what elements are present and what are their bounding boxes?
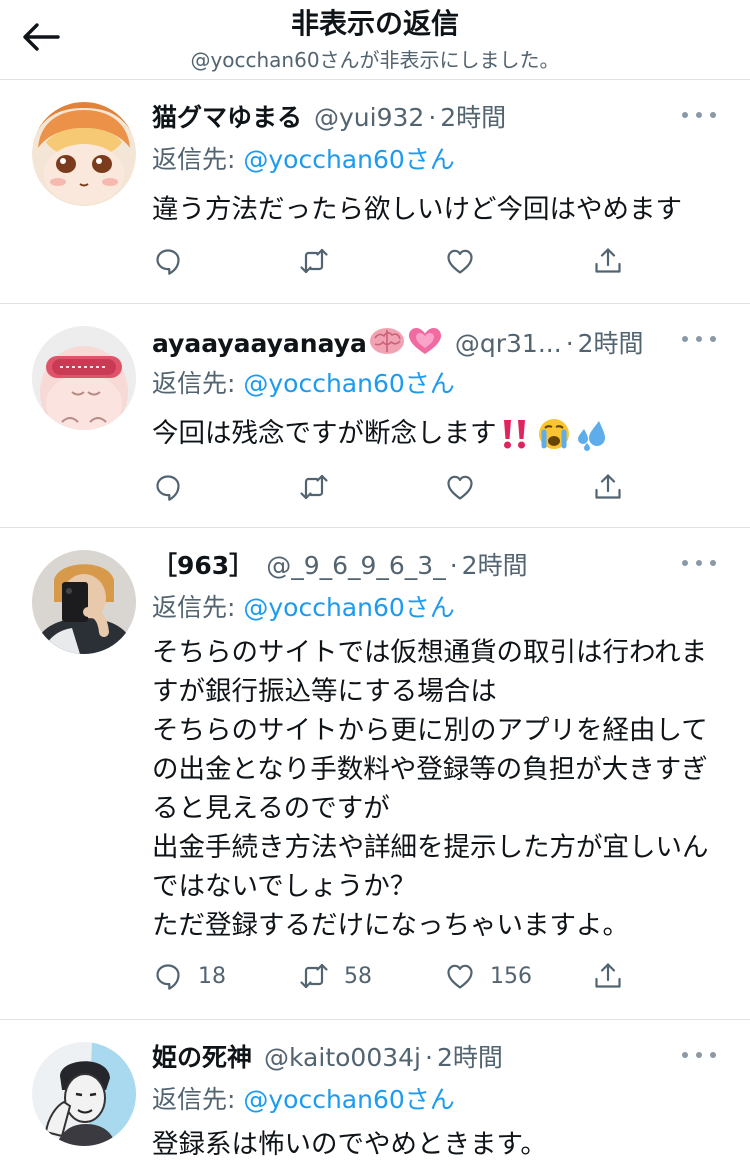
top-header: 非表示の返信 @yocchan60さんが非表示にしました。 — [0, 0, 750, 80]
separator-dot: · — [565, 329, 574, 358]
like-button[interactable] — [444, 467, 490, 507]
more-dots-icon[interactable] — [682, 332, 716, 346]
tweet-header: ayaayaayanaya @qr31... · 2時間 — [152, 322, 690, 362]
tweet-actions — [150, 241, 630, 281]
share-upload-icon — [595, 248, 621, 273]
retweet-icon — [300, 963, 328, 989]
page-title: 非表示の返信 — [290, 7, 459, 40]
tweet-4[interactable]: 姫の死神 @kaito0034j · 2時間 返信先: @yocchan60さん… — [0, 1020, 750, 1176]
tweet-text-row: 今回は残念ですが断念します — [152, 414, 726, 453]
avatar[interactable] — [32, 550, 136, 654]
page-subtitle: @yocchan60さんが非表示にしました。 — [190, 48, 560, 72]
timestamp[interactable]: 2時間 — [437, 1038, 503, 1074]
more-dots-icon[interactable] — [682, 108, 716, 122]
timestamp[interactable]: 2時間 — [462, 546, 528, 582]
crying-face-emoji — [538, 418, 569, 449]
heart-icon — [447, 964, 473, 989]
reply-to-label: 返信先: — [152, 1085, 244, 1114]
tweet-3[interactable]: ［963］ @_9_6_9_6_3_ · 2時間 返信先: @yocchan60… — [0, 528, 750, 1020]
tweet-1[interactable]: 猫グマゆまる @yui932 · 2時間 返信先: @yocchan60さん 違… — [0, 80, 750, 304]
double-exclamation-emoji — [503, 419, 525, 448]
timestamp[interactable]: 2時間 — [440, 98, 506, 134]
reply-to-mention[interactable]: @yocchan60さん — [243, 369, 454, 398]
sweat-droplets-emoji — [577, 420, 605, 451]
separator-dot: · — [449, 551, 458, 580]
heart-icon — [447, 249, 473, 274]
tweet-text: 登録系は怖いのでやめときます。 — [152, 1129, 547, 1160]
more-dots-icon[interactable] — [682, 556, 716, 570]
retweet-button[interactable] — [298, 241, 344, 281]
tweet-header: ［963］ @_9_6_9_6_3_ · 2時間 — [152, 546, 690, 586]
name-emojis — [369, 326, 443, 356]
retweet-icon — [300, 474, 328, 500]
reply-to-label: 返信先: — [152, 593, 244, 622]
avatar[interactable] — [32, 102, 136, 206]
tweet-actions — [150, 467, 630, 507]
separator-dot: · — [425, 1043, 433, 1072]
share-upload-icon — [595, 474, 621, 499]
share-upload-icon — [595, 963, 621, 988]
growing-heart-emoji — [408, 328, 441, 354]
retweet-button[interactable] — [298, 467, 344, 507]
brain-emoji — [369, 328, 404, 354]
timestamp[interactable]: 2時間 — [578, 324, 644, 360]
user-handle[interactable]: @yui932 — [314, 103, 424, 132]
speech-bubble-icon — [156, 249, 180, 275]
speech-bubble-icon — [156, 964, 180, 990]
reply-to-mention[interactable]: @yocchan60さん — [243, 593, 454, 622]
user-handle[interactable]: @_9_6_9_6_3_ — [266, 551, 446, 580]
tweet-header: 姫の死神 @kaito0034j · 2時間 — [152, 1038, 690, 1078]
reply-to-label: 返信先: — [152, 145, 244, 174]
display-name[interactable]: 猫グマゆまる — [152, 98, 302, 134]
separator-dot: · — [428, 103, 437, 132]
tweet-header: 猫グマゆまる @yui932 · 2時間 — [152, 98, 690, 138]
share-button[interactable] — [592, 241, 624, 281]
tweet-text: そちらのサイトでは仮想通貨の取引は行われますが銀行振込等にする場合は そちらのサ… — [152, 637, 709, 941]
like-count: 156 — [490, 963, 532, 989]
tweet-text: 今回は残念ですが断念します — [152, 418, 497, 449]
reply-to: 返信先: @yocchan60さん — [152, 588, 455, 624]
reply-to-mention[interactable]: @yocchan60さん — [243, 1085, 454, 1114]
reply-to: 返信先: @yocchan60さん — [152, 364, 455, 400]
reply-button[interactable]: 18 — [152, 956, 226, 996]
reply-to: 返信先: @yocchan60さん — [152, 140, 455, 176]
like-button[interactable]: 156 — [444, 956, 532, 996]
reply-to: 返信先: @yocchan60さん — [152, 1080, 455, 1116]
avatar[interactable] — [32, 326, 136, 430]
share-button[interactable] — [592, 956, 624, 996]
like-button[interactable] — [444, 241, 490, 281]
user-handle[interactable]: @qr31... — [455, 329, 562, 358]
retweet-icon — [300, 248, 328, 274]
reply-button[interactable] — [152, 467, 198, 507]
reply-to-mention[interactable]: @yocchan60さん — [243, 145, 454, 174]
display-name[interactable]: ayaayaayanaya — [152, 329, 367, 358]
speech-bubble-icon — [156, 475, 180, 501]
retweet-button[interactable]: 58 — [298, 956, 372, 996]
avatar[interactable] — [32, 1042, 136, 1146]
share-button[interactable] — [592, 467, 624, 507]
tweet-2[interactable]: ayaayaayanaya @qr31... · 2時間 返信先: @yocch… — [0, 304, 750, 528]
tweet-actions: 18 58 156 — [150, 956, 630, 996]
tweet-text: 違う方法だったら欲しいけど今回はやめます — [152, 194, 682, 225]
retweet-count: 58 — [344, 963, 372, 989]
reply-to-label: 返信先: — [152, 369, 244, 398]
reply-count: 18 — [198, 963, 226, 989]
more-dots-icon[interactable] — [682, 1048, 716, 1062]
display-name[interactable]: ［963］ — [152, 546, 254, 582]
user-handle[interactable]: @kaito0034j — [264, 1043, 421, 1072]
heart-icon — [447, 475, 473, 500]
reply-button[interactable] — [152, 241, 198, 281]
display-name[interactable]: 姫の死神 — [152, 1038, 252, 1074]
